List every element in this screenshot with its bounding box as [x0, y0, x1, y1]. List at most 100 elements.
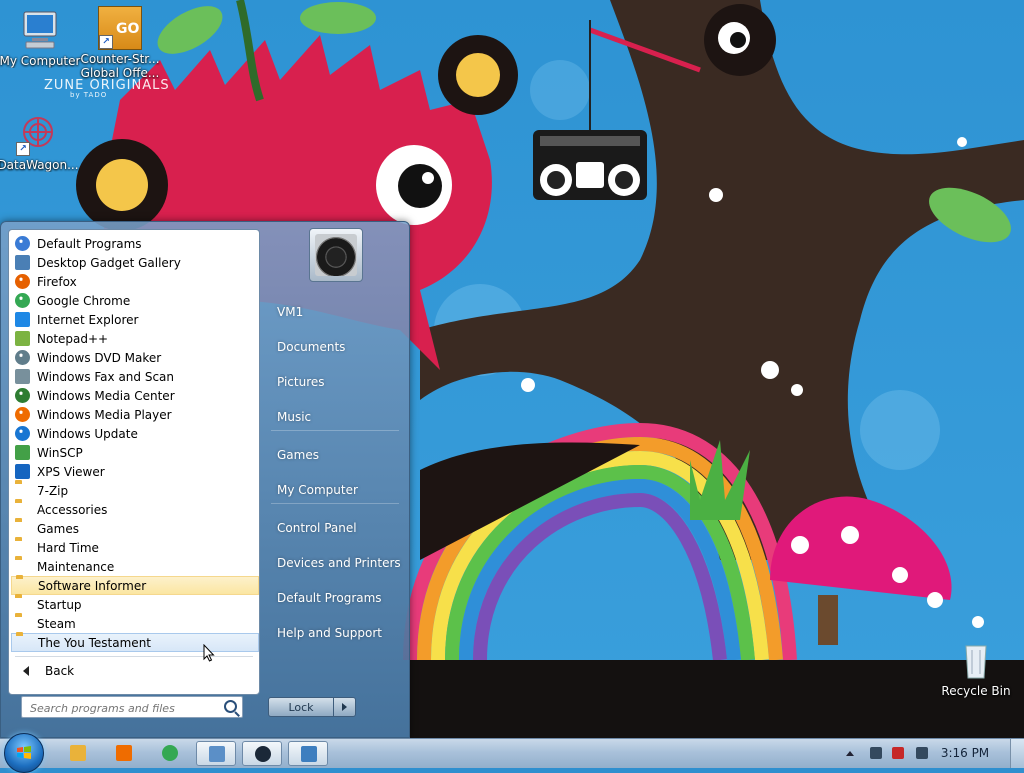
all-programs-list[interactable]: Default Programs Desktop Gadget Gallery Fi… [11, 232, 259, 652]
program-label: Hard Time [37, 540, 99, 555]
desktop-icon-recycle-bin[interactable]: Recycle Bin [934, 638, 1018, 698]
shortcut-arrow-icon: ↗ [16, 142, 30, 156]
start-menu-left-pane: Default Programs Desktop Gadget Gallery Fi… [8, 229, 260, 695]
xps-viewer-icon [15, 463, 31, 480]
program-item[interactable]: WinSCP [11, 443, 259, 462]
program-item[interactable]: Firefox [11, 272, 259, 291]
taskbar-button[interactable] [242, 741, 282, 766]
program-label: 7-Zip [37, 483, 69, 498]
media-center-icon [15, 387, 31, 404]
folder-icon [15, 597, 31, 613]
start-link-documents[interactable]: Documents [269, 333, 401, 361]
volume-icon[interactable] [916, 747, 928, 759]
taskbar-button[interactable] [150, 741, 190, 766]
divider [271, 430, 399, 431]
program-label: Windows DVD Maker [37, 350, 162, 365]
program-item[interactable]: Windows Update [11, 424, 259, 443]
program-label: Firefox [37, 274, 77, 289]
program-item[interactable]: Desktop Gadget Gallery [11, 253, 259, 272]
program-item[interactable]: XPS Viewer [11, 462, 259, 481]
folder-icon [15, 483, 31, 499]
windows-update-icon [15, 425, 31, 442]
remote-desktop-icon [301, 746, 317, 762]
desktop-icon-counter-strike[interactable]: GO ↗ Counter-Str... Global Offe... [78, 6, 162, 80]
action-center-icon[interactable] [892, 747, 904, 759]
taskbar-button[interactable] [104, 741, 144, 766]
wallpaper-brand: ZUNE ORIGINALS by TADO [44, 78, 170, 99]
dvd-maker-icon [15, 349, 31, 366]
search-icon[interactable] [224, 700, 237, 713]
taskbar-button[interactable] [58, 741, 98, 766]
internet-explorer-icon [15, 311, 31, 328]
start-link-control-panel[interactable]: Control Panel [269, 514, 401, 542]
start-link-games[interactable]: Games [269, 441, 401, 469]
program-label: Google Chrome [37, 293, 131, 308]
program-item[interactable]: Accessories [11, 500, 259, 519]
folder-icon [15, 502, 31, 518]
program-item[interactable]: Software Informer [11, 576, 259, 595]
program-label: Windows Fax and Scan [37, 369, 175, 384]
desktop-icon-my-computer[interactable]: My Computer [0, 8, 82, 68]
shutdown-options-button[interactable] [334, 697, 356, 717]
start-button[interactable] [4, 733, 44, 773]
program-item[interactable]: Notepad++ [11, 329, 259, 348]
program-item[interactable]: Google Chrome [11, 291, 259, 310]
turntable-icon [315, 234, 357, 276]
program-item[interactable]: Internet Explorer [11, 310, 259, 329]
program-label: Games [37, 521, 79, 536]
start-link-my-computer[interactable]: My Computer [269, 476, 401, 504]
start-link-default-programs[interactable]: Default Programs [269, 584, 401, 612]
mouse-cursor-icon [203, 644, 215, 662]
computer-icon [18, 8, 62, 52]
program-item[interactable]: Windows Fax and Scan [11, 367, 259, 386]
program-label: Steam [37, 616, 76, 631]
program-item[interactable]: Windows Media Player [11, 405, 259, 424]
show-desktop-button[interactable] [1010, 739, 1024, 768]
default-programs-icon [15, 235, 31, 252]
program-label: The You Testament [38, 635, 151, 650]
start-link-devices-and-printers[interactable]: Devices and Printers [269, 549, 401, 577]
program-label: Maintenance [37, 559, 115, 574]
media-player-icon [15, 406, 31, 423]
gadget-gallery-icon [15, 254, 31, 271]
show-hidden-icons-icon[interactable] [846, 751, 854, 756]
program-item[interactable]: Startup [11, 595, 259, 614]
taskbar: 3:16 PM [0, 733, 1024, 773]
program-label: Default Programs [37, 236, 142, 251]
program-item[interactable]: Maintenance [11, 557, 259, 576]
program-item[interactable]: Hard Time [11, 538, 259, 557]
taskbar-button[interactable] [196, 741, 236, 766]
folder-icon [15, 521, 31, 537]
start-link-pictures[interactable]: Pictures [269, 368, 401, 396]
start-link-vm1[interactable]: VM1 [269, 298, 401, 326]
chrome-icon [162, 745, 178, 761]
start-link-help-and-support[interactable]: Help and Support [269, 619, 401, 647]
network-icon[interactable] [870, 747, 882, 759]
control-panel-icon [209, 746, 225, 762]
program-label: Startup [37, 597, 82, 612]
lock-button[interactable]: Lock [268, 697, 334, 717]
program-item[interactable]: 7-Zip [11, 481, 259, 500]
program-label: Notepad++ [37, 331, 109, 346]
taskbar-button[interactable] [288, 741, 328, 766]
search-input[interactable] [28, 698, 222, 718]
folder-icon [15, 540, 31, 556]
program-item[interactable]: The You Testament [11, 633, 259, 652]
folder-icon [15, 616, 31, 632]
folder-icon [15, 559, 31, 575]
program-item[interactable]: Windows DVD Maker [11, 348, 259, 367]
back-button[interactable]: Back [15, 660, 255, 682]
windows-logo-icon [17, 746, 31, 759]
clock[interactable]: 3:16 PM [935, 739, 995, 768]
firefox-icon [15, 273, 31, 290]
program-label: Desktop Gadget Gallery [37, 255, 181, 270]
program-item[interactable]: Default Programs [11, 234, 259, 253]
program-item[interactable]: Windows Media Center [11, 386, 259, 405]
winscp-icon [15, 444, 31, 461]
start-search-box[interactable] [21, 696, 243, 718]
program-item[interactable]: Steam [11, 614, 259, 633]
user-picture[interactable] [309, 228, 363, 282]
start-link-music[interactable]: Music [269, 403, 401, 431]
desktop-icon-datawagon[interactable]: ↗ DataWagon... [0, 112, 80, 172]
program-item[interactable]: Games [11, 519, 259, 538]
